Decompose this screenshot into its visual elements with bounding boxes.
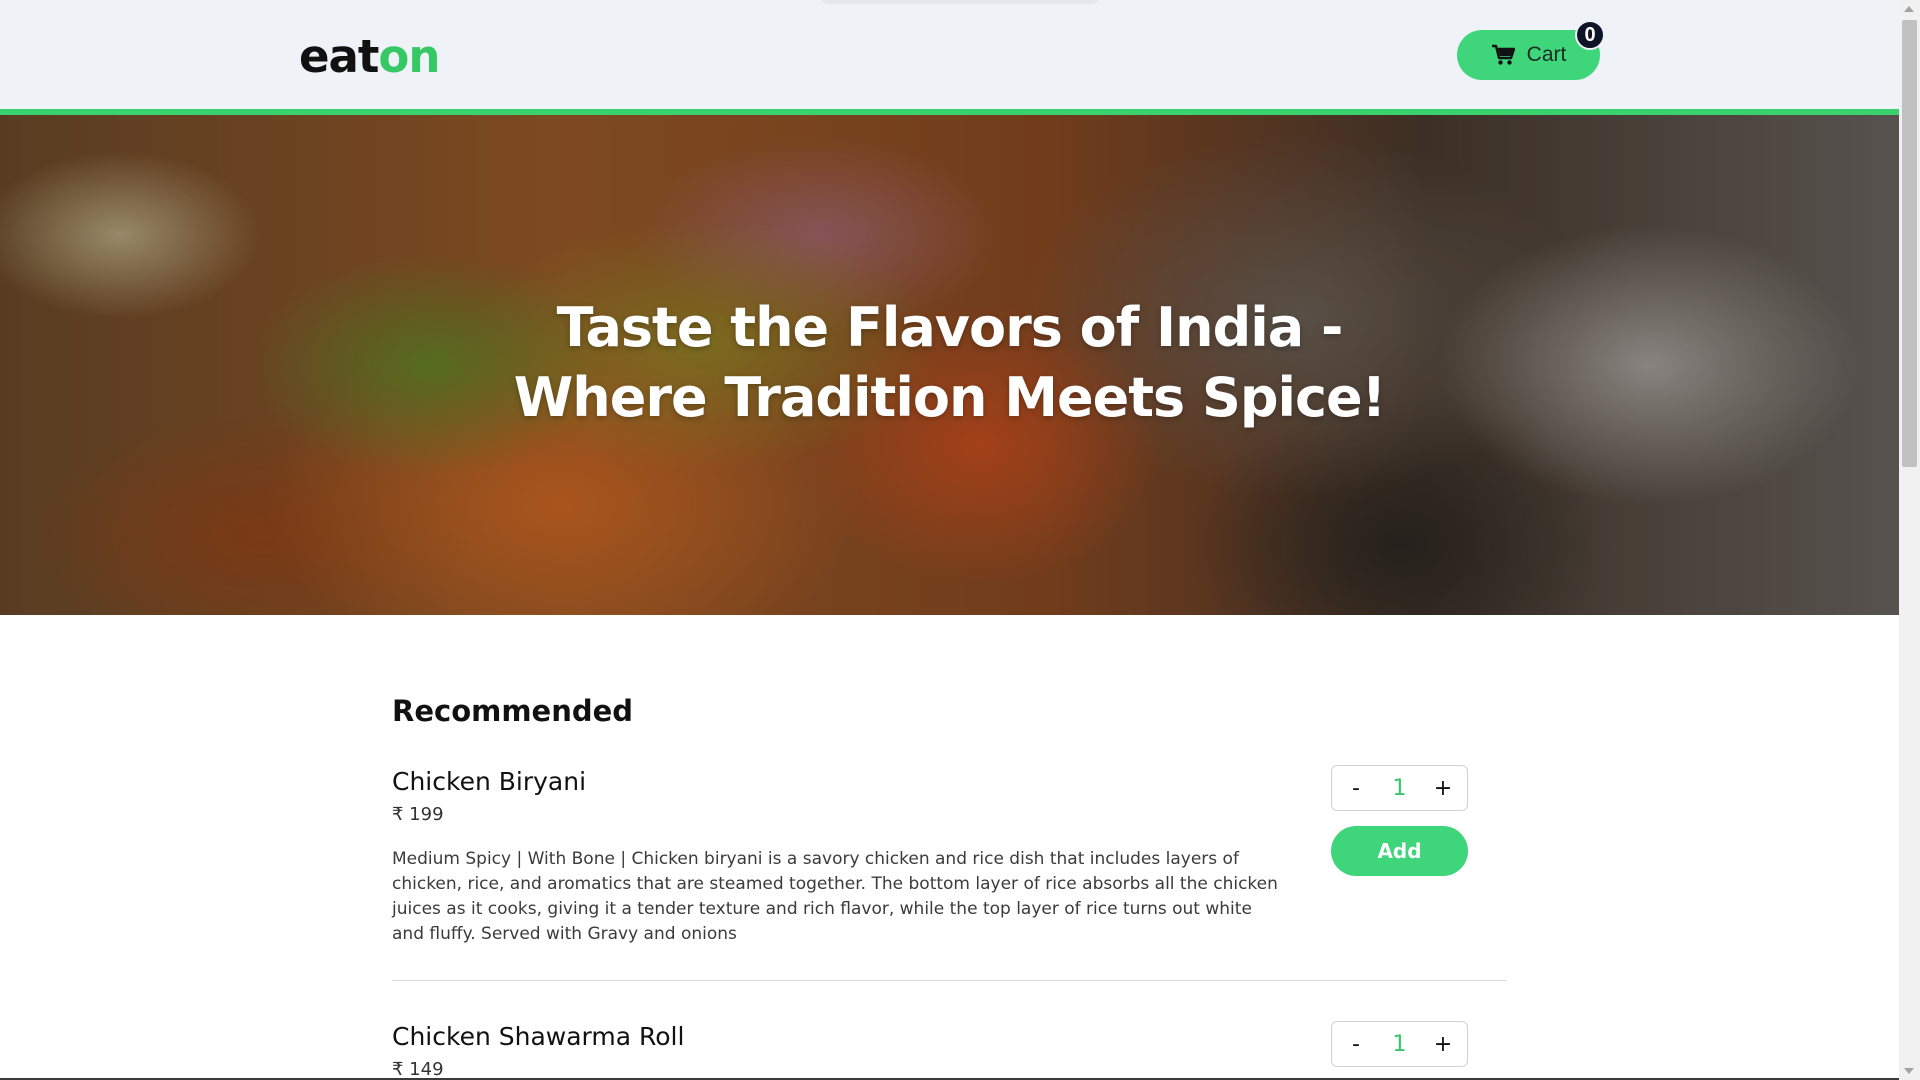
cart-label: Cart: [1526, 43, 1567, 66]
cart-count-badge: 0: [1575, 20, 1605, 50]
increment-button[interactable]: +: [1433, 1032, 1453, 1057]
site-header: eaton Cart 0: [0, 0, 1899, 109]
hero-title-line-2: Where Tradition Meets Spice!: [513, 366, 1387, 429]
scroll-down-arrow-icon[interactable]: [1904, 1068, 1914, 1074]
item-description: Medium Spicy | With Bone | Chicken birya…: [392, 849, 1278, 944]
section-title-recommended: Recommended: [392, 694, 634, 728]
item-divider: [392, 980, 1506, 981]
vertical-scrollbar[interactable]: [1899, 0, 1920, 1080]
logo-text-on: on: [378, 30, 440, 83]
scroll-up-arrow-icon[interactable]: [1904, 6, 1914, 12]
add-to-cart-button[interactable]: Add: [1331, 826, 1468, 876]
increment-button[interactable]: +: [1433, 776, 1453, 801]
logo[interactable]: eaton: [299, 28, 440, 86]
page-viewport: eaton Cart 0 Taste the Flavors of India …: [0, 0, 1899, 1078]
hero-title-line-1: Taste the Flavors of India -: [556, 296, 1344, 359]
cart-icon: [1491, 44, 1515, 65]
quantity-stepper: - 1 +: [1331, 1021, 1468, 1067]
decrement-button[interactable]: -: [1346, 776, 1366, 801]
top-tab-decoration: [820, 0, 1100, 2]
scrollbar-thumb[interactable]: [1902, 20, 1917, 467]
decrement-button[interactable]: -: [1346, 1032, 1366, 1057]
hero-title: Taste the Flavors of India - Where Tradi…: [0, 293, 1899, 433]
quantity-value: 1: [1392, 1031, 1407, 1057]
quantity-value: 1: [1392, 775, 1407, 801]
hero-banner: Taste the Flavors of India - Where Tradi…: [0, 115, 1899, 615]
logo-text-eat: eat: [299, 30, 379, 83]
quantity-stepper: - 1 +: [1331, 765, 1468, 811]
